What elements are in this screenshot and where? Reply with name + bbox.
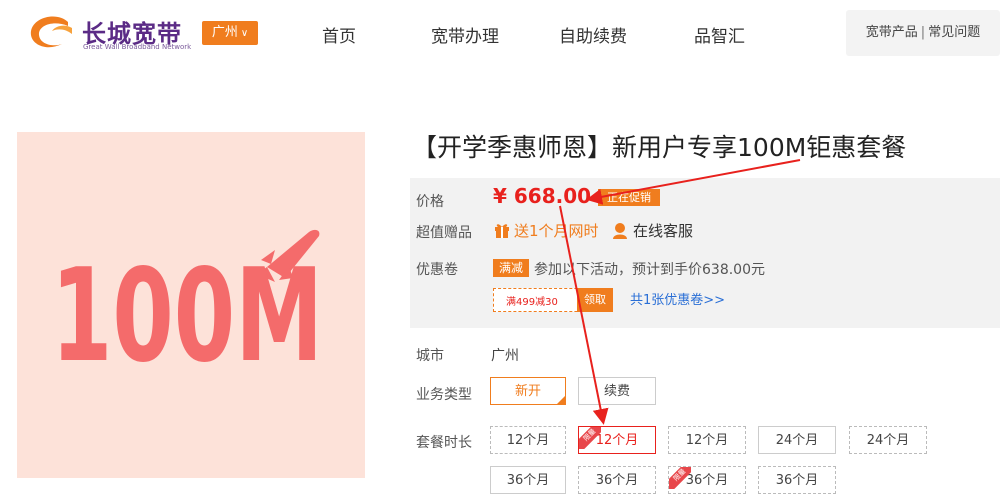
product-image-text: 100M [51, 242, 323, 391]
online-service-link[interactable]: 在线客服 [633, 220, 693, 241]
product-title: 【开学季惠师恩】新用户专享100M钜惠套餐 [412, 133, 907, 162]
duration-option-label: 36个月 [595, 473, 639, 488]
limited-flag: 限量 [579, 427, 601, 449]
type-option-new[interactable]: 新开 [490, 377, 566, 405]
logo-subtitle: Great Wall Broadband Network [83, 43, 192, 51]
link-faq[interactable]: 常见问题 [928, 25, 980, 40]
price-value: ¥ 668.00 [493, 184, 592, 208]
duration-label: 套餐时长 [416, 435, 472, 451]
coupon-claim-button[interactable]: 领取 [577, 288, 613, 312]
product-image: 100M [17, 132, 365, 478]
coupon-amount: 满499减30 [506, 297, 558, 308]
link-separator: | [920, 25, 926, 40]
limited-flag: 限量 [669, 467, 691, 489]
duration-option-label: 36个月 [685, 473, 729, 488]
duration-option[interactable]: 36个月 [578, 466, 656, 494]
customer-service-icon [613, 223, 627, 239]
limited-flag-text: 限量 [669, 467, 691, 489]
city-value: 广州 [491, 348, 519, 364]
promo-badge: 正在促销 [598, 189, 660, 206]
nav-home[interactable]: 首页 [322, 22, 356, 47]
duration-option[interactable]: 24个月 [758, 426, 836, 454]
header-right-links: 宽带产品 | 常见问题 [846, 10, 1000, 56]
business-type-label: 业务类型 [416, 387, 472, 403]
limited-flag-text: 限量 [579, 427, 601, 449]
coupon-count-link[interactable]: 共1张优惠卷>> [630, 289, 725, 308]
duration-option-label: 24个月 [866, 433, 910, 448]
link-broadband-products[interactable]: 宽带产品 [866, 25, 918, 40]
gift-label: 超值赠品 [416, 225, 472, 241]
duration-option[interactable]: 限量 36个月 [668, 466, 746, 494]
type-option-new-label: 新开 [514, 384, 541, 399]
nav-self-renew[interactable]: 自助续费 [559, 22, 627, 47]
logo[interactable]: 长城宽带 Great Wall Broadband Network [28, 12, 198, 54]
gift-icon [495, 224, 509, 238]
duration-option-label: 36个月 [506, 473, 550, 488]
duration-option[interactable]: 36个月 [758, 466, 836, 494]
duration-option-label: 36个月 [775, 473, 819, 488]
product-image-graphic: 100M [51, 229, 323, 391]
discount-description: 参加以下活动，预计到手价638.00元 [534, 262, 765, 278]
duration-option-label: 12个月 [595, 433, 639, 448]
duration-option[interactable]: 36个月 [490, 466, 566, 494]
duration-option[interactable]: 12个月 [490, 426, 566, 454]
duration-option-label: 12个月 [506, 433, 550, 448]
city-selector-label: 广州 [211, 25, 238, 40]
type-option-renew[interactable]: 续费 [578, 377, 656, 405]
type-option-renew-label: 续费 [603, 384, 630, 399]
duration-option[interactable]: 24个月 [849, 426, 927, 454]
coupon-label: 优惠卷 [416, 262, 458, 278]
nav-broadband-apply[interactable]: 宽带办理 [431, 22, 499, 47]
logo-mark-icon [30, 16, 72, 48]
coupon-card[interactable]: 满499减30 领取 [493, 288, 613, 312]
selected-corner-marker [557, 396, 565, 404]
chevron-down-icon: ∨ [240, 28, 249, 39]
city-label: 城市 [416, 348, 444, 364]
price-label: 价格 [416, 194, 444, 210]
city-selector[interactable]: 广州 ∨ [202, 21, 258, 45]
duration-option[interactable]: 12个月 [668, 426, 746, 454]
duration-option-label: 12个月 [685, 433, 729, 448]
full-discount-badge: 满减 [493, 259, 529, 277]
duration-option-selected[interactable]: 限量 12个月 [578, 426, 656, 454]
nav-pinzhihui[interactable]: 品智汇 [694, 22, 745, 47]
duration-option-label: 24个月 [775, 433, 819, 448]
gift-text[interactable]: 送1个月网时 [514, 220, 599, 241]
